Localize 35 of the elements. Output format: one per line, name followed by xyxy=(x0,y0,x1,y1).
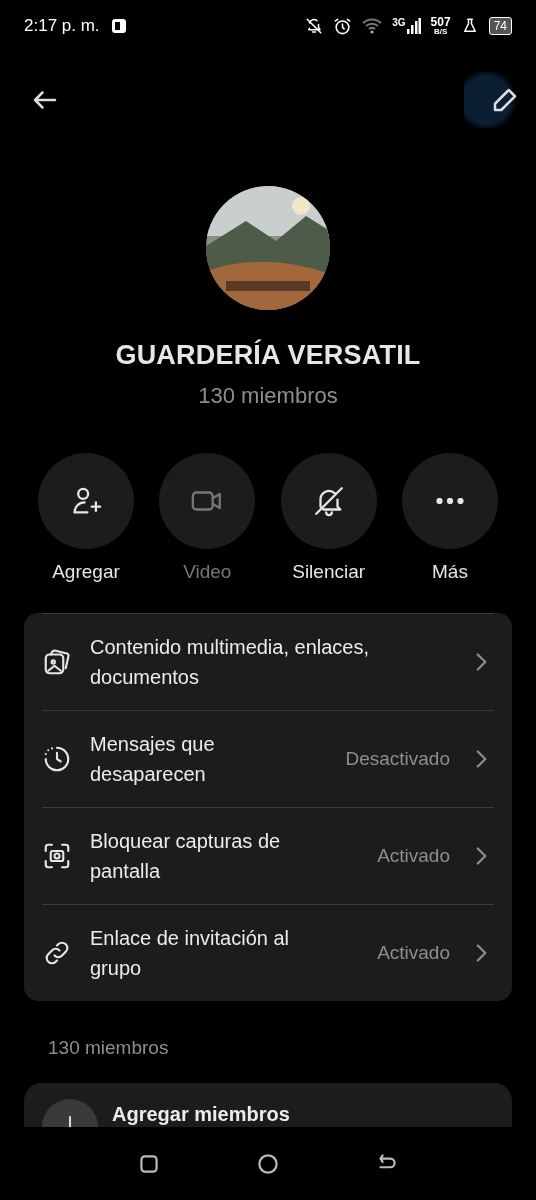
section-title: 130 miembros xyxy=(48,1037,170,1059)
network-type: 3G xyxy=(392,18,406,28)
setting-label: Mensajes que desaparecen xyxy=(90,732,216,787)
setting-label: Contenido multimedia, enlaces, documentos xyxy=(90,635,371,690)
bell-off-icon xyxy=(305,17,324,35)
data-speed-unit: B/S xyxy=(432,28,449,36)
app-notification-icon xyxy=(109,17,128,35)
add-members-label: Agregar miembros xyxy=(112,1102,290,1126)
alarm-icon xyxy=(333,16,353,36)
wifi-icon xyxy=(362,18,383,34)
timer-icon xyxy=(42,744,72,774)
setting-value: Activado xyxy=(377,942,450,964)
action-label: Más xyxy=(432,561,468,583)
setting-value: Desactivado xyxy=(345,748,450,770)
screenshot-icon xyxy=(42,841,72,871)
action-label: Agregar xyxy=(52,561,120,583)
circle-icon xyxy=(255,1151,281,1177)
battery-level: 74 xyxy=(488,17,512,35)
settings-row[interactable]: Contenido multimedia, enlaces, documentos xyxy=(42,613,494,710)
settings-row[interactable]: Mensajes que desaparecen Desactivado xyxy=(42,710,494,807)
member-count: 130 miembros xyxy=(198,383,338,409)
signal-icon xyxy=(406,18,421,34)
setting-label: Bloquear capturas de pantalla xyxy=(90,829,282,884)
action-label: Silenciar xyxy=(292,561,366,583)
status-time: 2:17 p. m. xyxy=(24,16,100,36)
setting-label: Enlace de invitación al grupo xyxy=(90,926,290,981)
group-name: GUARDERÍA VERSATIL xyxy=(115,340,421,371)
add-members-row[interactable]: Agregar miembros xyxy=(24,1083,512,1127)
edit-button[interactable] xyxy=(464,72,520,128)
setting-value: Activado xyxy=(377,845,450,867)
action-label: Video xyxy=(183,561,232,583)
media-icon xyxy=(42,647,72,677)
settings-row[interactable]: Bloquear capturas de pantalla Activado xyxy=(42,807,494,904)
data-speed: 507 xyxy=(430,16,451,28)
settings-row[interactable]: Enlace de invitación al grupo Activado xyxy=(42,904,494,1001)
